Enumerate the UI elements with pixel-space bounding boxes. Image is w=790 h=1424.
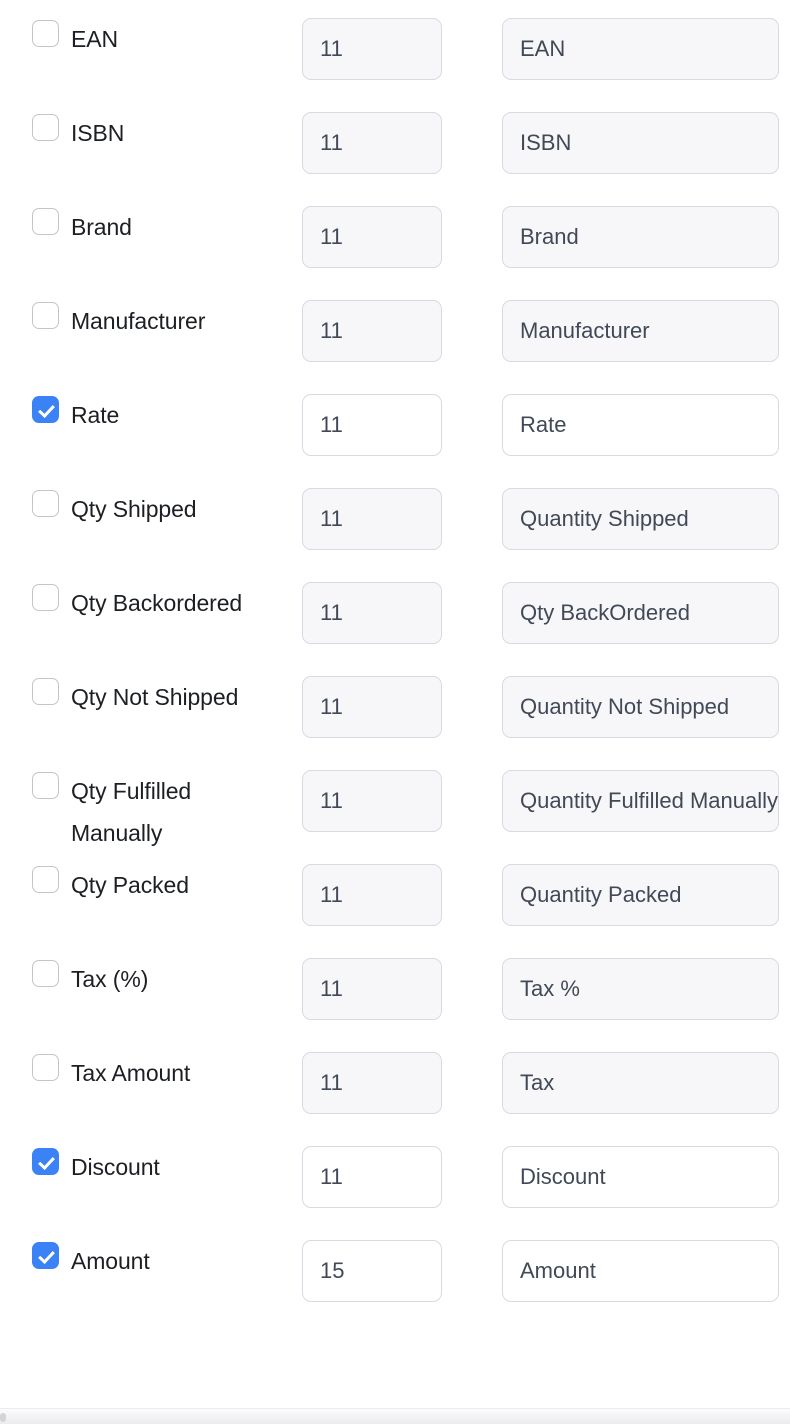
field-row: Amount 15 Amount <box>0 1222 790 1316</box>
field-width-input[interactable]: 11 <box>302 582 442 644</box>
field-label: Qty Fulfilled Manually <box>71 778 192 846</box>
field-label: Qty Shipped <box>71 496 197 522</box>
field-label: Tax Amount <box>71 1060 191 1086</box>
field-toggle-cell[interactable]: Qty Not Shipped <box>32 676 287 718</box>
field-toggle-cell[interactable]: Tax (%) <box>32 958 287 1000</box>
field-display-label-input[interactable]: Tax % <box>502 958 779 1020</box>
field-label: Brand <box>71 214 132 240</box>
field-toggle-cell[interactable]: Amount <box>32 1240 287 1282</box>
field-configuration-panel: EAN 11 EAN ISBN 11 ISBN Brand 11 Brand Manufactur… <box>0 0 790 1408</box>
field-display-label-input[interactable]: Quantity Shipped <box>502 488 779 550</box>
field-display-label-input[interactable]: Brand <box>502 206 779 268</box>
field-width-input[interactable]: 11 <box>302 206 442 268</box>
field-enabled-checkbox[interactable] <box>32 302 59 329</box>
field-enabled-checkbox[interactable] <box>32 584 59 611</box>
field-enabled-checkbox[interactable] <box>32 960 59 987</box>
scrollbar-thumb[interactable] <box>0 1413 6 1422</box>
field-toggle-cell[interactable]: Discount <box>32 1146 287 1188</box>
field-width-input[interactable]: 11 <box>302 1146 442 1208</box>
field-row: Qty Fulfilled Manually 11 Quantity Fulfill… <box>0 752 790 846</box>
field-row: Tax (%) 11 Tax % <box>0 940 790 1034</box>
field-enabled-checkbox[interactable] <box>32 114 59 141</box>
field-width-input[interactable]: 11 <box>302 676 442 738</box>
field-row: Brand 11 Brand <box>0 188 790 282</box>
field-toggle-cell[interactable]: Qty Shipped <box>32 488 287 530</box>
field-display-label-input[interactable]: ISBN <box>502 112 779 174</box>
field-row: Manufacturer 11 Manufacturer <box>0 282 790 376</box>
field-toggle-cell[interactable]: Qty Packed <box>32 864 287 906</box>
field-width-input[interactable]: 11 <box>302 18 442 80</box>
field-row: EAN 11 EAN <box>0 0 790 94</box>
field-row: Discount 11 Discount <box>0 1128 790 1222</box>
field-label: Discount <box>71 1154 160 1180</box>
field-enabled-checkbox[interactable] <box>32 208 59 235</box>
field-toggle-cell[interactable]: Rate <box>32 394 287 436</box>
field-enabled-checkbox[interactable] <box>32 20 59 47</box>
field-row: ISBN 11 ISBN <box>0 94 790 188</box>
field-enabled-checkbox[interactable] <box>32 1148 59 1175</box>
field-display-label-input[interactable]: Rate <box>502 394 779 456</box>
field-width-input[interactable]: 11 <box>302 300 442 362</box>
field-width-input[interactable]: 15 <box>302 1240 442 1302</box>
field-row: Qty Backordered 11 Qty BackOrdered <box>0 564 790 658</box>
field-display-label-input[interactable]: Quantity Not Shipped <box>502 676 779 738</box>
field-enabled-checkbox[interactable] <box>32 490 59 517</box>
field-display-label-input[interactable]: Quantity Fulfilled Manually <box>502 770 779 832</box>
field-width-input[interactable]: 11 <box>302 864 442 926</box>
field-display-label-input[interactable]: Manufacturer <box>502 300 779 362</box>
field-display-label-input[interactable]: EAN <box>502 18 779 80</box>
field-toggle-cell[interactable]: Qty Fulfilled Manually <box>32 770 287 854</box>
field-display-label-input[interactable]: Amount <box>502 1240 779 1302</box>
field-row: Tax Amount 11 Tax <box>0 1034 790 1128</box>
field-enabled-checkbox[interactable] <box>32 1054 59 1081</box>
field-row: Rate 11 Rate <box>0 376 790 470</box>
field-width-input[interactable]: 11 <box>302 770 442 832</box>
horizontal-scrollbar[interactable] <box>0 1408 790 1424</box>
field-display-label-input[interactable]: Qty BackOrdered <box>502 582 779 644</box>
field-width-input[interactable]: 11 <box>302 488 442 550</box>
field-enabled-checkbox[interactable] <box>32 678 59 705</box>
field-label: ISBN <box>71 120 125 146</box>
field-toggle-cell[interactable]: ISBN <box>32 112 287 154</box>
field-width-input[interactable]: 11 <box>302 1052 442 1114</box>
field-label: Manufacturer <box>71 308 206 334</box>
field-label: Qty Backordered <box>71 590 243 616</box>
field-label: Qty Packed <box>71 872 189 898</box>
field-toggle-cell[interactable]: EAN <box>32 18 287 60</box>
field-enabled-checkbox[interactable] <box>32 866 59 893</box>
field-label: Amount <box>71 1248 150 1274</box>
field-row: Qty Not Shipped 11 Quantity Not Shipped <box>0 658 790 752</box>
field-label: EAN <box>71 26 118 52</box>
field-label: Tax (%) <box>71 966 149 992</box>
field-label: Qty Not Shipped <box>71 684 239 710</box>
field-toggle-cell[interactable]: Tax Amount <box>32 1052 287 1094</box>
field-display-label-input[interactable]: Discount <box>502 1146 779 1208</box>
field-row-list: EAN 11 EAN ISBN 11 ISBN Brand 11 Brand Manufactur… <box>0 0 790 1316</box>
field-display-label-input[interactable]: Quantity Packed <box>502 864 779 926</box>
field-toggle-cell[interactable]: Brand <box>32 206 287 248</box>
field-toggle-cell[interactable]: Manufacturer <box>32 300 287 342</box>
field-row: Qty Shipped 11 Quantity Shipped <box>0 470 790 564</box>
field-enabled-checkbox[interactable] <box>32 1242 59 1269</box>
field-toggle-cell[interactable]: Qty Backordered <box>32 582 287 624</box>
field-label: Rate <box>71 402 120 428</box>
field-width-input[interactable]: 11 <box>302 958 442 1020</box>
field-row: Qty Packed 11 Quantity Packed <box>0 846 790 940</box>
field-enabled-checkbox[interactable] <box>32 396 59 423</box>
field-display-label-input[interactable]: Tax <box>502 1052 779 1114</box>
field-width-input[interactable]: 11 <box>302 112 442 174</box>
field-enabled-checkbox[interactable] <box>32 772 59 799</box>
field-width-input[interactable]: 11 <box>302 394 442 456</box>
